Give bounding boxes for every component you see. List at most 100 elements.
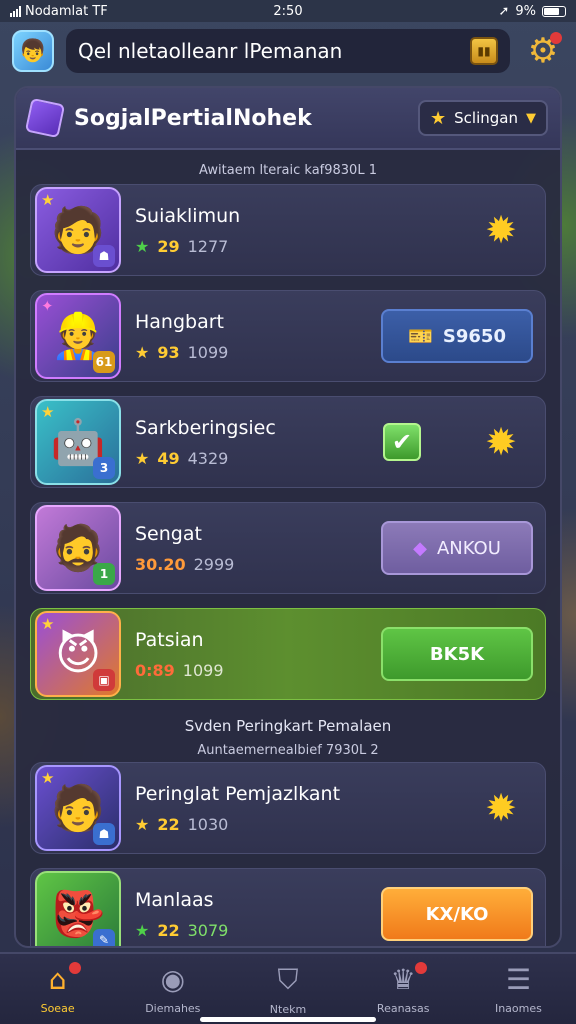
- nav-missions[interactable]: ◉ Diemahes: [115, 954, 230, 1024]
- clock: 2:50: [273, 3, 303, 19]
- leaderboard-row[interactable]: ★ 🤖 3 Sarkberingsiec ★ 49 4329 ✔ ✹: [30, 396, 546, 488]
- trophy-icon: ♛: [390, 963, 416, 996]
- panel-title: SogjalPertialNohek: [74, 105, 312, 131]
- player-level: 0:89: [135, 660, 175, 680]
- corner-star-icon: ★: [41, 615, 55, 633]
- player-score: 4329: [187, 448, 229, 468]
- star-icon: ★: [135, 236, 150, 256]
- signal-icon: [10, 5, 21, 17]
- hero-portrait: ★ 😈 ▣: [35, 611, 121, 697]
- gem-label: ANKOU: [436, 537, 501, 559]
- leaderboard-list: ★ 🧑 ☗ Suiaklimun ★ 29 1277 ✹ ✦ 👷 61 Hang…: [16, 184, 560, 700]
- player-level: 93: [157, 342, 180, 362]
- star-icon: ★: [135, 448, 150, 468]
- chevron-down-icon: ▼: [526, 110, 536, 126]
- season-dropdown[interactable]: ★ Sclingan ▼: [418, 100, 548, 136]
- leaderboard-list-2: ★ 🧑 ☗ Peringlat Pemjazlkant ★ 22 1030 ✹ …: [16, 762, 560, 946]
- gold-badge-icon[interactable]: ✹: [479, 786, 523, 830]
- leaderboard-row[interactable]: ✦ 👷 61 Hangbart ★ 93 1099 🎫 S9650: [30, 290, 546, 382]
- leaderboard-row[interactable]: 👺 ✎ Manlaas ★ 22 3079 KX/KO: [30, 868, 546, 946]
- player-score: 2999: [193, 554, 235, 574]
- battery-icon: [541, 5, 566, 17]
- nav-label: Ntekm: [269, 1002, 307, 1016]
- cube-icon: [24, 97, 66, 139]
- notification-dot: [69, 962, 82, 974]
- target-icon: ◉: [160, 963, 186, 996]
- star-icon: ★: [135, 814, 150, 834]
- player-name: Peringlat Pemjazlkant: [135, 782, 341, 805]
- battery-percent: 9%: [515, 3, 536, 19]
- player-score: 1030: [187, 814, 229, 834]
- hero-portrait: ✦ 👷 61: [35, 293, 121, 379]
- shield-icon: ⛉: [277, 962, 299, 996]
- leaderboard-row[interactable]: ★ 🧑 ☗ Suiaklimun ★ 29 1277 ✹: [30, 184, 546, 276]
- player-name: Hangbart: [135, 310, 224, 333]
- nav-menu[interactable]: ☰ Inaomes: [461, 954, 576, 1024]
- player-name: Patsian: [135, 628, 204, 651]
- settings-button[interactable]: ⚙: [522, 30, 564, 72]
- player-face-icon: 👦: [19, 38, 47, 64]
- corner-star-icon: ★: [41, 403, 55, 421]
- nav-label: Soeae: [40, 1002, 75, 1015]
- gold-badge-icon[interactable]: ✹: [479, 208, 523, 252]
- section-title: Svden Peringkart Pemalaen: [184, 717, 392, 735]
- player-score: 1099: [182, 660, 224, 680]
- player-score: 3079: [187, 920, 229, 940]
- class-badge: 3: [93, 457, 115, 479]
- class-badge: ✎: [93, 929, 115, 946]
- ticket-icon: 🎫: [408, 324, 433, 348]
- hero-portrait: 👺 ✎: [35, 871, 121, 946]
- corner-star-icon: ✦: [41, 297, 54, 315]
- section-label: Awitaem lteraic kaf9830L 1: [199, 163, 377, 178]
- title-bar: Qel nletaolleanr lPemanan ▮▮: [66, 29, 510, 73]
- reward-value: S9650: [442, 325, 506, 347]
- reward-button[interactable]: 🎫 S9650: [381, 309, 533, 363]
- player-level: 49: [157, 448, 180, 468]
- leaderboard-row[interactable]: ★ 🧑 ☗ Peringlat Pemjazlkant ★ 22 1030 ✹: [30, 762, 546, 854]
- leaderboard-panel: SogjalPertialNohek ★ Sclingan ▼ Awitaem …: [14, 86, 562, 948]
- nav-label: Reanasas: [376, 1002, 430, 1015]
- star-icon: ★: [430, 107, 447, 129]
- player-level: 22: [157, 920, 180, 940]
- leaderboard-row[interactable]: 🧔 1 Sengat 30.20 2999 ◆ ANKOU: [30, 502, 546, 594]
- gold-badge-icon[interactable]: ✹: [479, 420, 523, 464]
- nav-home[interactable]: ⌂ Soeae: [0, 954, 115, 1024]
- screen-title: Qel nletaolleanr lPemanan: [78, 39, 343, 63]
- leaderboard-row-current[interactable]: ★ 😈 ▣ Patsian 0:89 1099 BK5K: [30, 608, 546, 700]
- nav-label: Inaomes: [494, 1002, 542, 1015]
- orange-action-button[interactable]: KX/KO: [381, 887, 533, 941]
- hero-portrait: 🧔 1: [35, 505, 121, 591]
- menu-icon: ☰: [505, 963, 531, 996]
- nav-rewards[interactable]: ♛ Reanasas: [346, 954, 461, 1024]
- claim-button[interactable]: BK5K: [381, 627, 533, 681]
- home-indicator: [200, 1017, 376, 1022]
- nav-label: Diemahes: [145, 1002, 201, 1015]
- player-name: Sarkberingsiec: [135, 416, 276, 439]
- bottom-nav: ⌂ Soeae ◉ Diemahes ⛉ Ntekm ♛ Reanasas ☰ …: [0, 952, 576, 1024]
- player-level: 30.20: [135, 554, 186, 574]
- nav-heroes[interactable]: ⛉ Ntekm: [230, 954, 345, 1024]
- claimed-checkbox[interactable]: ✔: [383, 423, 421, 461]
- hero-portrait: ★ 🧑 ☗: [35, 187, 121, 273]
- class-badge: 61: [93, 351, 115, 373]
- player-score: 1277: [187, 236, 229, 256]
- star-icon: ★: [135, 342, 150, 362]
- hero-portrait: ★ 🤖 3: [35, 399, 121, 485]
- player-avatar[interactable]: 👦: [12, 30, 54, 72]
- player-name: Sengat: [135, 522, 202, 545]
- carrier-label: Nodamlat: [25, 3, 89, 19]
- class-badge: ☗: [93, 245, 115, 267]
- notification-dot: [414, 962, 427, 974]
- gem-button[interactable]: ◆ ANKOU: [381, 521, 533, 575]
- section-label: Auntaemernealbief 7930L 2: [197, 743, 379, 758]
- notification-dot: [550, 32, 562, 44]
- chest-icon[interactable]: ▮▮: [470, 37, 498, 65]
- status-bar: Nodamlat TF 2:50 ➚ 9%: [0, 0, 576, 22]
- network-icon: TF: [92, 3, 108, 19]
- player-name: Manlaas: [135, 888, 214, 911]
- corner-star-icon: ★: [41, 769, 55, 787]
- hero-portrait: ★ 🧑 ☗: [35, 765, 121, 851]
- home-icon: ⌂: [48, 963, 67, 996]
- class-badge: 1: [93, 563, 115, 585]
- panel-header: SogjalPertialNohek ★ Sclingan ▼: [16, 88, 560, 150]
